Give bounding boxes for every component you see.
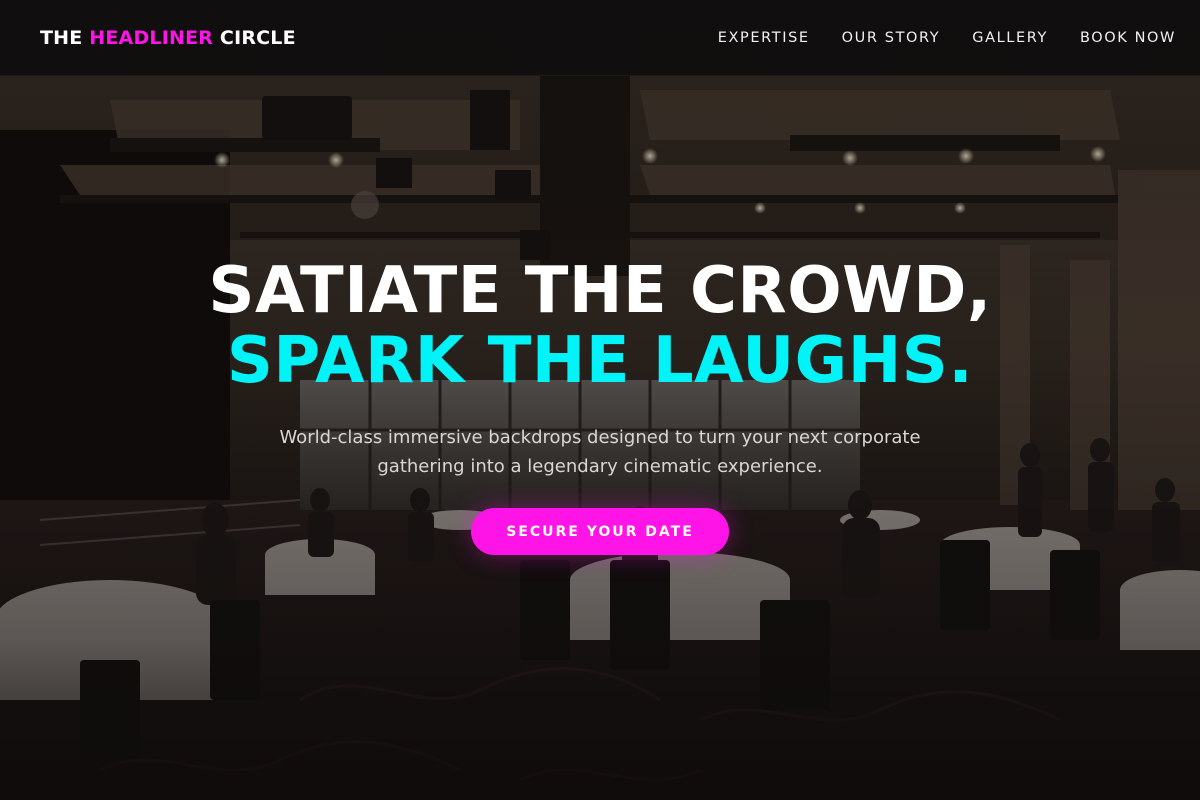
hero-section: SATIATE THE CROWD, SPARK THE LAUGHS. Wor… (0, 76, 1200, 800)
brand-prefix: THE (40, 26, 90, 49)
hero-headline-line1: SATIATE THE CROWD, (208, 254, 992, 328)
nav-link-book-now[interactable]: BOOK NOW (1080, 30, 1176, 46)
hero-headline: SATIATE THE CROWD, SPARK THE LAUGHS. (0, 256, 1200, 396)
secure-your-date-button[interactable]: SECURE YOUR DATE (471, 508, 729, 555)
brand-logo-link[interactable]: THE HEADLINER CIRCLE (40, 27, 296, 49)
nav-link-expertise[interactable]: EXPERTISE (718, 30, 810, 46)
nav-links: EXPERTISE OUR STORY GALLERY BOOK NOW (686, 30, 1176, 46)
brand-accent: HEADLINER (89, 26, 214, 49)
nav-link-our-story[interactable]: OUR STORY (842, 30, 941, 46)
landing-page: THE HEADLINER CIRCLE EXPERTISE OUR STORY… (0, 0, 1200, 800)
hero-headline-line2: SPARK THE LAUGHS. (226, 324, 974, 398)
brand-suffix: CIRCLE (213, 26, 296, 49)
nav-link-gallery[interactable]: GALLERY (972, 30, 1048, 46)
top-navbar: THE HEADLINER CIRCLE EXPERTISE OUR STORY… (0, 0, 1200, 76)
hero-subtitle: World-class immersive backdrops designed… (279, 427, 921, 477)
